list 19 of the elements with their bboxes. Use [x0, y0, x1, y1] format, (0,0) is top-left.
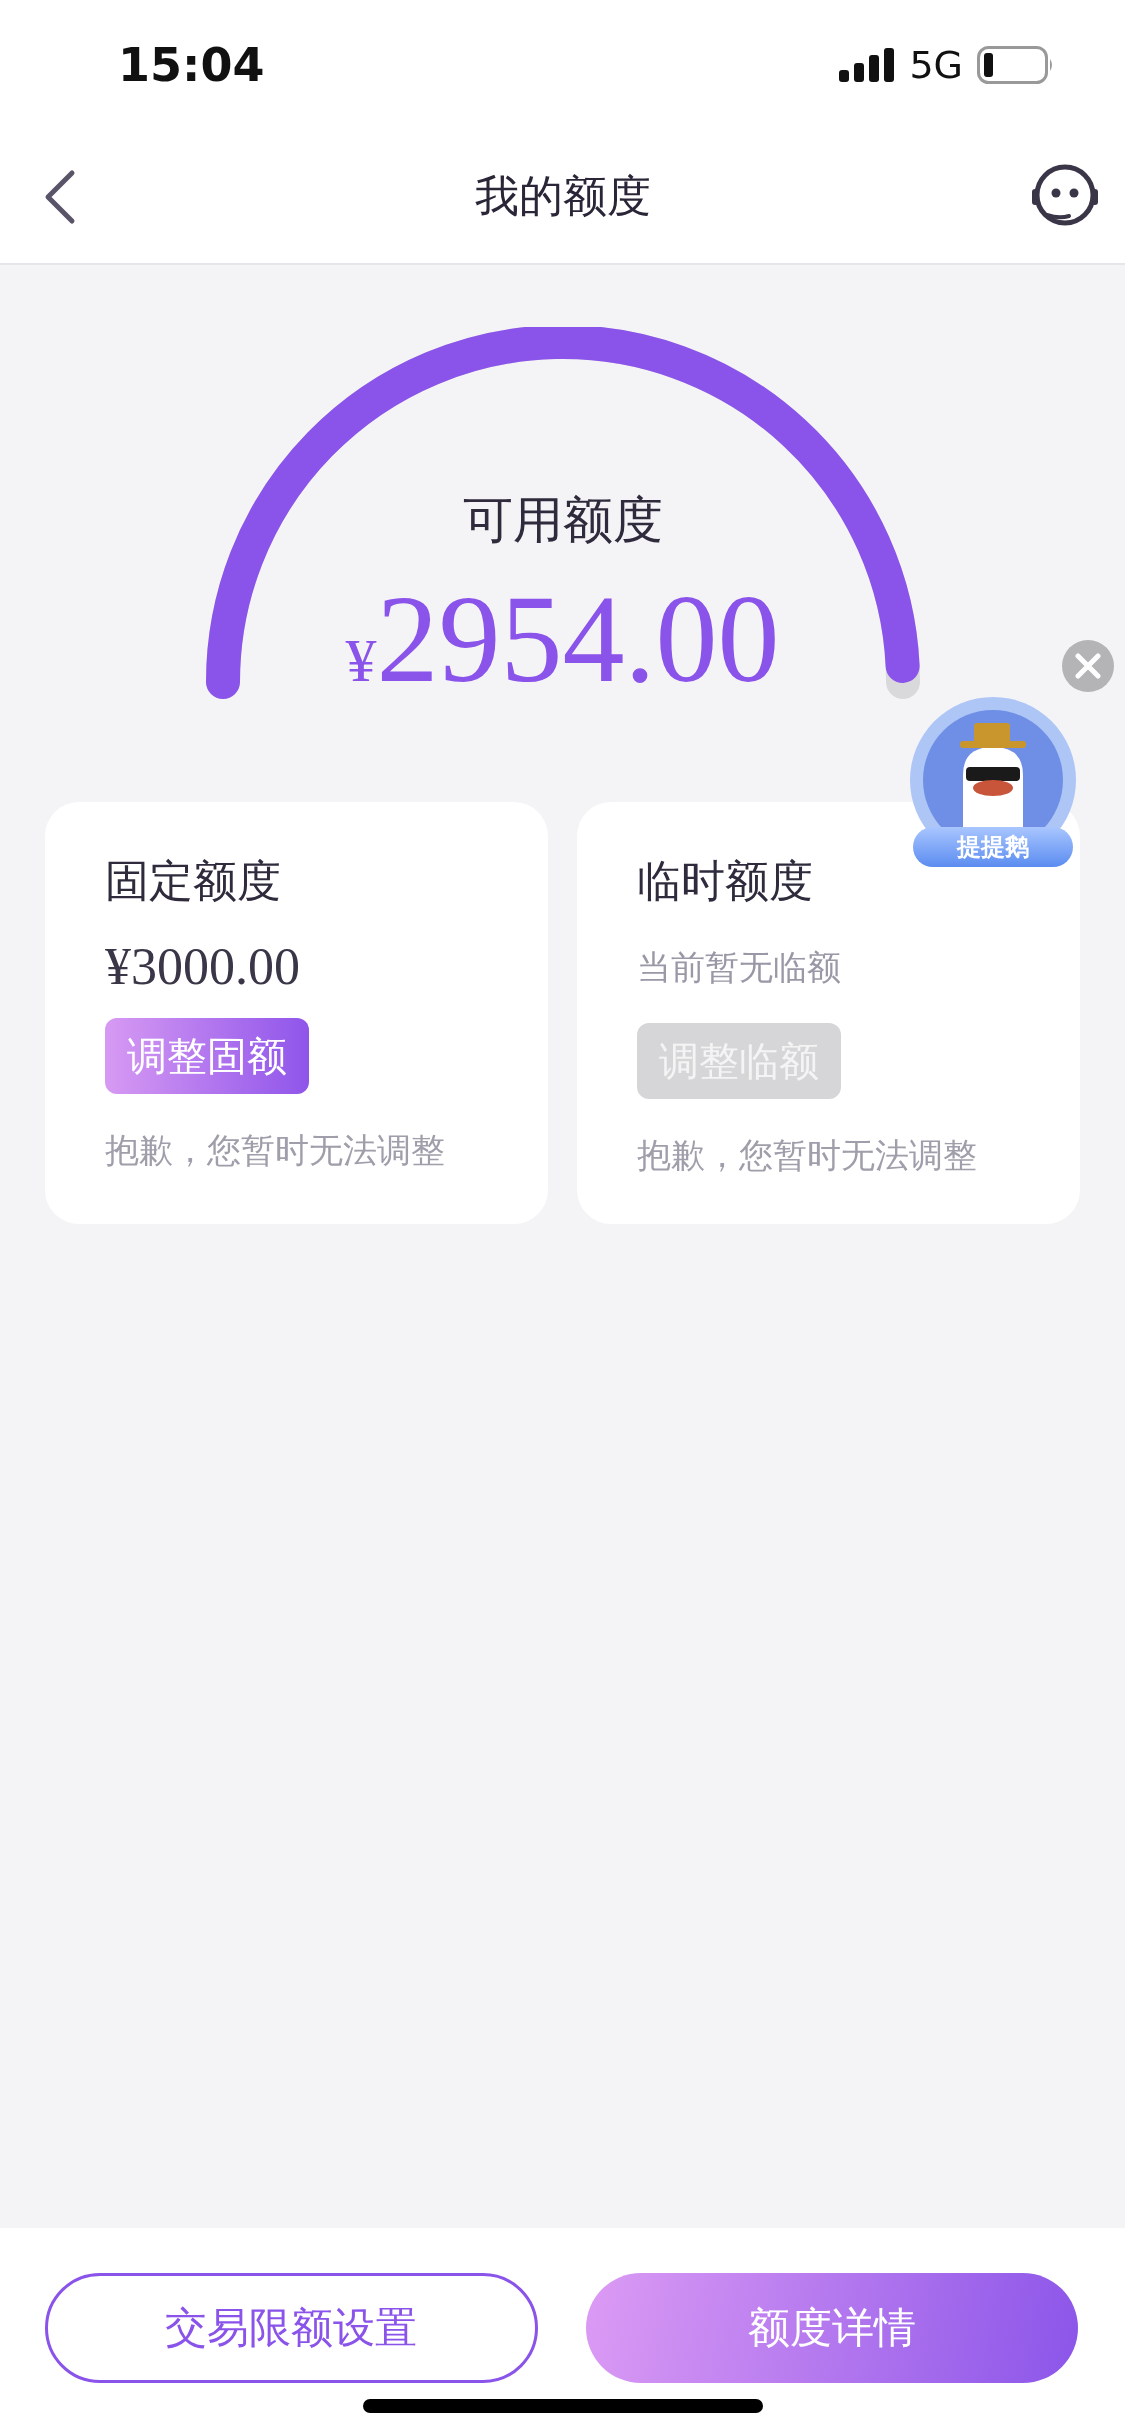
available-credit-amount: 2954.00	[376, 578, 780, 702]
mascot-label[interactable]: 提提鹅	[912, 827, 1073, 867]
card-title: 临时额度	[637, 854, 813, 908]
limit-settings-button[interactable]: 交易限额设置	[45, 2273, 538, 2383]
card-message: 抱歉，您暂时无法调整	[105, 1129, 445, 1172]
currency-symbol: ¥	[345, 625, 377, 696]
signal-icon	[839, 48, 896, 82]
adjust-button[interactable]: 调整固额	[105, 1018, 309, 1094]
credit-amount: ¥3000.00	[105, 937, 300, 996]
available-credit-label: 可用额度	[462, 490, 663, 551]
card-message: 抱歉，您暂时无法调整	[637, 1134, 977, 1177]
page-title: 我的额度	[474, 169, 651, 223]
battery-icon	[977, 46, 1055, 84]
details-button[interactable]: 额度详情	[585, 2273, 1078, 2383]
credit-note: 当前暂无临额	[637, 946, 841, 989]
network-label: 5G	[909, 43, 963, 87]
status-time: 15:04	[118, 38, 265, 92]
close-icon	[1075, 653, 1101, 679]
card-title: 固定额度	[105, 854, 281, 908]
